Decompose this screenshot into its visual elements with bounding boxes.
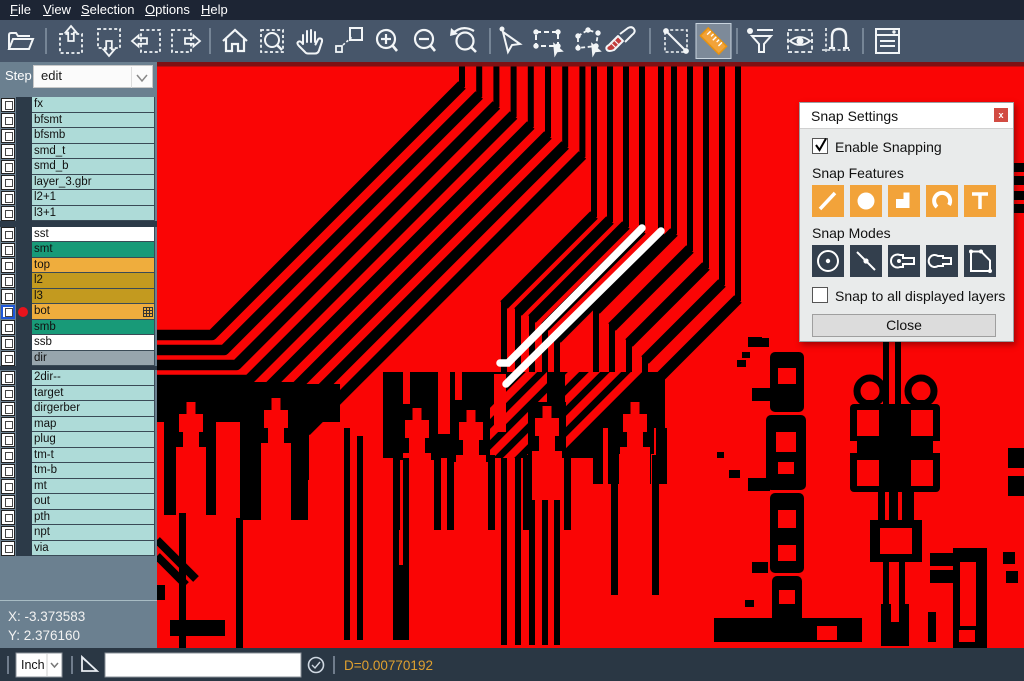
svg-text:Inch: Inch <box>21 658 45 672</box>
svg-text:D=0.00770192: D=0.00770192 <box>344 658 433 673</box>
